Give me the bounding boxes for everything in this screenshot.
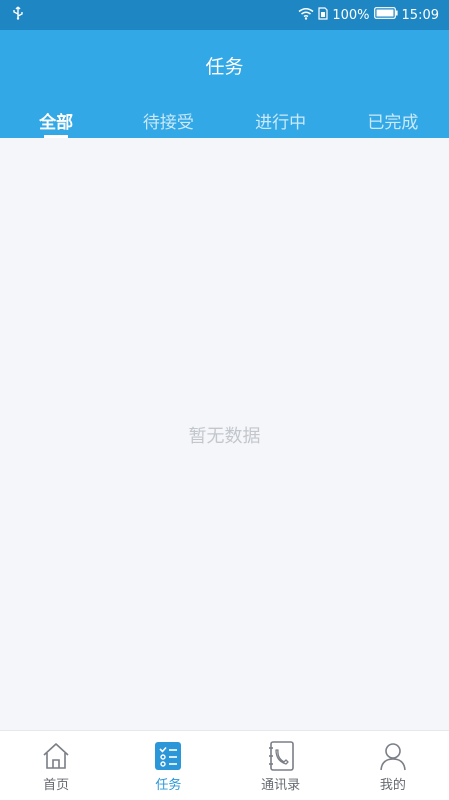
tab-pending[interactable]: 待接受 (112, 102, 224, 138)
bottom-nav: 首页 任务 通讯录 我的 (0, 730, 449, 800)
nav-profile[interactable]: 我的 (337, 731, 449, 800)
tab-label: 进行中 (255, 113, 307, 133)
app-header: 任务 全部 待接受 进行中 已完成 (0, 30, 449, 138)
status-bar: 100% 15:09 (0, 0, 449, 30)
task-list-area: 暂无数据 (0, 138, 449, 730)
battery-percent: 100% (332, 7, 370, 23)
tab-completed[interactable]: 已完成 (337, 102, 449, 138)
task-list-icon (152, 740, 184, 774)
nav-label: 首页 (43, 778, 70, 793)
contacts-book-icon (265, 740, 297, 774)
profile-icon (377, 740, 409, 774)
tab-label: 待接受 (142, 113, 194, 133)
tab-in-progress[interactable]: 进行中 (225, 102, 337, 138)
nav-label: 通讯录 (261, 778, 301, 793)
tab-all[interactable]: 全部 (0, 102, 112, 138)
clock-time: 15:09 (401, 7, 439, 23)
tab-label: 全部 (39, 113, 74, 133)
usb-icon (12, 6, 24, 24)
nav-contacts[interactable]: 通讯录 (225, 731, 337, 800)
home-icon (40, 740, 72, 774)
empty-state-text: 暂无数据 (188, 426, 261, 447)
nav-home[interactable]: 首页 (0, 731, 112, 800)
task-filter-tabs: 全部 待接受 进行中 已完成 (0, 102, 449, 138)
nav-tasks[interactable]: 任务 (112, 731, 224, 800)
nav-label: 任务 (155, 778, 182, 793)
wifi-icon (298, 7, 314, 24)
sim-icon (318, 6, 328, 24)
tab-label: 已完成 (367, 113, 419, 133)
battery-icon (373, 7, 398, 23)
page-title: 任务 (205, 56, 244, 78)
nav-label: 我的 (379, 778, 406, 793)
